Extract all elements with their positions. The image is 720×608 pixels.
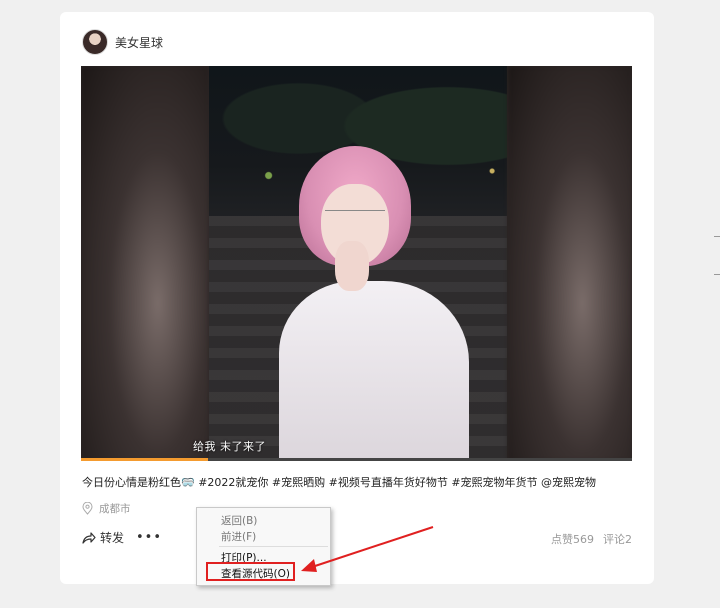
author-name[interactable]: 美女星球	[115, 34, 163, 51]
stats: 点赞569 评论2	[551, 531, 632, 547]
edge-mark	[714, 236, 720, 237]
like-count[interactable]: 点赞569	[551, 531, 594, 547]
share-icon[interactable]	[82, 531, 96, 544]
video-blur-left	[81, 66, 209, 461]
post-caption: 今日份心情是粉红色🥽 #2022就宠你 #宠熙晒购 #视频号直播年货好物节 #宠…	[82, 476, 597, 489]
video-player[interactable]: 给我 末了来了	[81, 66, 632, 461]
menu-item-back[interactable]: 返回(B)	[221, 513, 257, 528]
hand	[335, 241, 369, 291]
more-button[interactable]: •••	[136, 530, 162, 545]
glasses	[325, 210, 385, 229]
annotation-highlight-box	[206, 562, 295, 581]
pin-icon	[82, 502, 93, 515]
menu-separator	[219, 546, 328, 547]
menu-item-forward[interactable]: 前进(F)	[221, 529, 256, 544]
edge-mark	[714, 274, 720, 275]
action-bar: 转发 •••	[82, 529, 162, 546]
location-label: 成都市	[99, 503, 131, 515]
progress-fill	[81, 458, 208, 461]
share-button[interactable]: 转发	[100, 529, 124, 546]
comment-count[interactable]: 评论2	[603, 531, 632, 547]
video-frame	[209, 66, 507, 461]
person-figure	[279, 146, 479, 461]
avatar[interactable]	[82, 29, 108, 55]
video-subtitle: 给我 末了来了	[193, 440, 266, 453]
author-header[interactable]: 美女星球	[82, 28, 163, 56]
shirt	[279, 281, 469, 461]
post-card: 美女星球 给我 末了来了 今日份心情是粉红色🥽 #2022就宠你 #宠熙晒购 #…	[60, 12, 654, 584]
location[interactable]: 成都市	[82, 501, 131, 516]
video-blur-right	[508, 66, 632, 461]
